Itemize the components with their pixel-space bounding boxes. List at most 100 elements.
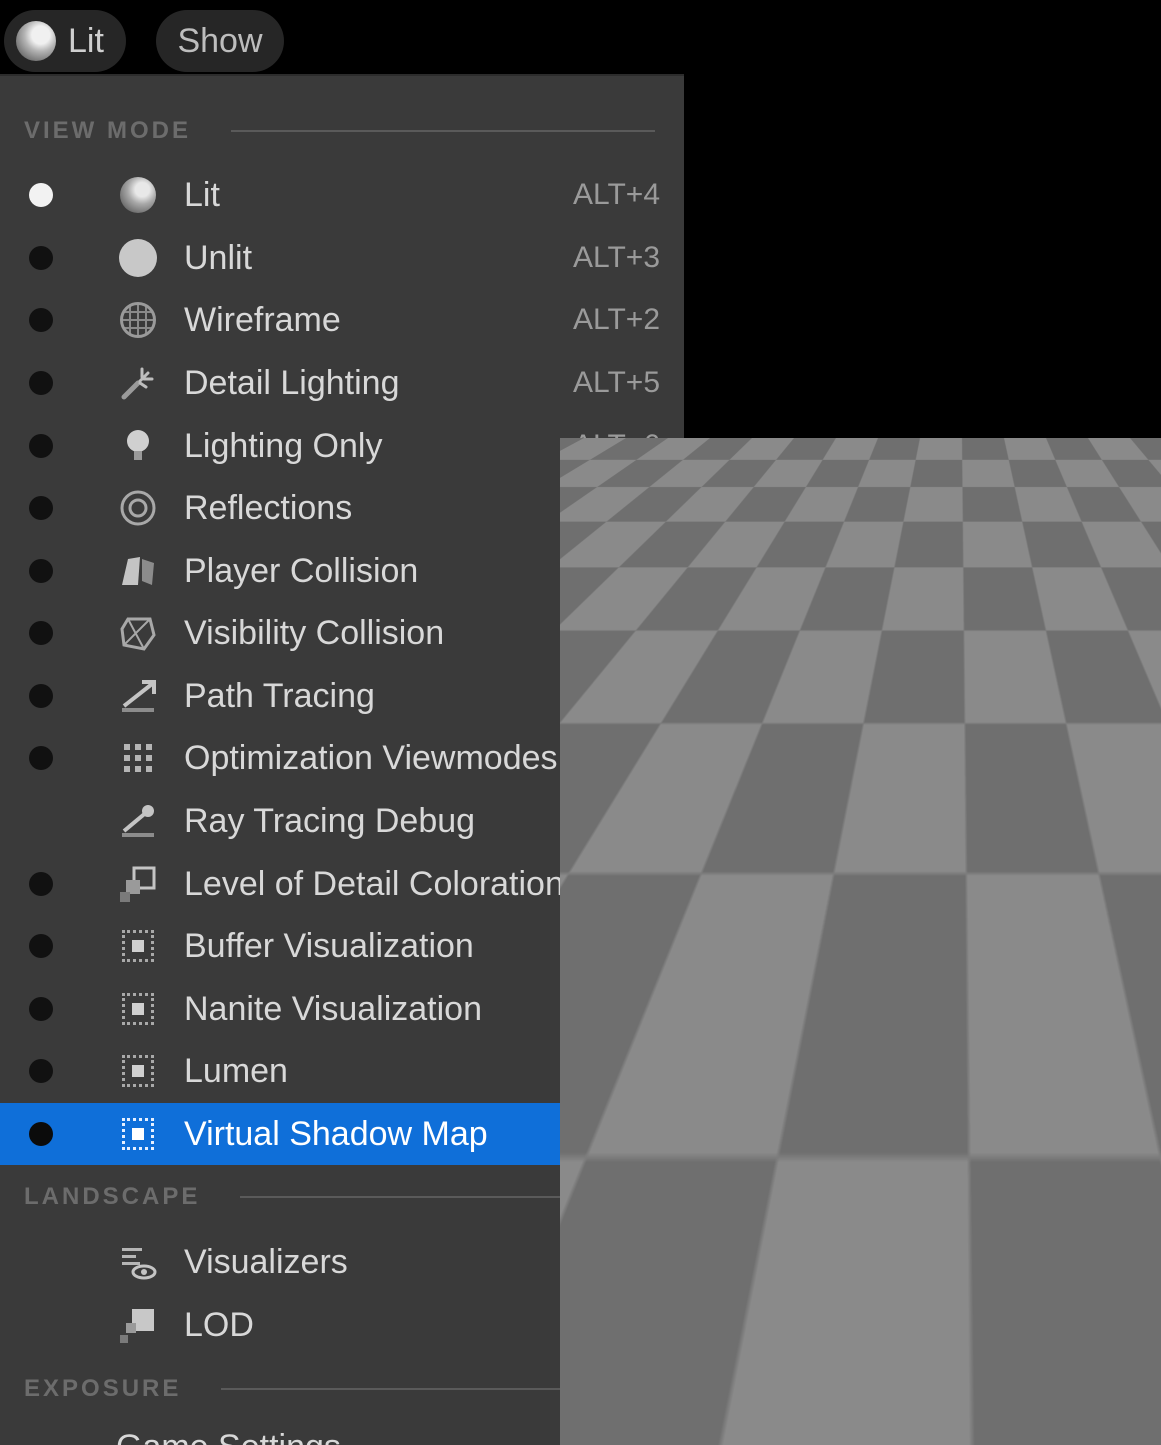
radio-icon (724, 1388, 748, 1412)
section-divider (240, 1196, 655, 1198)
path-tracing-icon (118, 676, 158, 716)
menu-item-lumen[interactable]: Lumen (0, 1040, 684, 1102)
unlit-sphere-icon (118, 238, 158, 278)
reflections-icon (118, 488, 158, 528)
menu-item-virtual-shadow-map[interactable]: Virtual Shadow Map (0, 1103, 684, 1165)
radio-icon (29, 934, 53, 958)
radio-icon (29, 746, 53, 770)
radio-icon (29, 621, 53, 645)
radio-icon (29, 1059, 53, 1083)
section-divider (231, 130, 656, 132)
chevron-right-icon (634, 996, 660, 1022)
radio-icon (29, 684, 53, 708)
chevron-right-icon (634, 745, 660, 771)
radio-icon (29, 496, 53, 520)
shortcut-label: ALT+3 (573, 241, 660, 274)
menu-item-reflections[interactable]: Reflections (0, 477, 684, 539)
show-button-label: Show (177, 21, 263, 60)
lit-sphere-icon (118, 175, 158, 215)
wireframe-sphere-icon (118, 300, 158, 340)
ray-tracing-icon (118, 801, 158, 841)
submenu-item-cached-page[interactable]: Cached Page (686, 1369, 1150, 1431)
menu-item-visibility-collision[interactable]: Visibility Collision (0, 602, 684, 664)
menu-item-label: Wireframe (184, 300, 341, 339)
menu-item-label: Reflections (184, 488, 353, 527)
section-exposure-label: EXPOSURE (24, 1375, 182, 1402)
menu-item-detail-lighting[interactable]: Detail Lighting ALT+5 (0, 352, 684, 414)
menu-item-lighting-only[interactable]: Lighting Only ALT+6 (0, 415, 684, 477)
menu-item-label: Player Collision (184, 551, 419, 590)
view-mode-menu: VIEW MODE Lit ALT+4 Unlit ALT+3 Wirefram… (0, 74, 684, 1445)
section-landscape-label: LANDSCAPE (24, 1183, 201, 1210)
section-visualization-mode: VISUALIZATION MODE (718, 1142, 1117, 1172)
menu-item-label: Unlit (184, 238, 253, 277)
menu-item-label: Visualizers (184, 1242, 348, 1281)
menu-item-lit[interactable]: Lit ALT+4 (0, 164, 684, 226)
menu-item-label: Lighting Only (184, 426, 383, 465)
nanite-visualization-icon (118, 989, 158, 1029)
visibility-collision-icon (118, 613, 158, 653)
chevron-right-icon (634, 1058, 660, 1084)
submenu-item-virtual-page[interactable]: Virtual Page (686, 1309, 1150, 1371)
menu-item-ray-tracing-debug[interactable]: Ray Tracing Debug (0, 790, 684, 852)
menu-item-label: Lit (184, 175, 220, 214)
section-landscape: LANDSCAPE (24, 1182, 655, 1212)
view-mode-button[interactable]: Lit (4, 10, 126, 72)
radio-icon (29, 997, 53, 1021)
mouse-cursor-icon (811, 1214, 840, 1260)
section-divider (1070, 1156, 1117, 1158)
menu-item-nanite-visualization[interactable]: Nanite Visualization (0, 978, 684, 1040)
radio-icon (29, 872, 53, 896)
submenu-item-clipmap-mip-level[interactable]: Clipmap/Mip Level (686, 1249, 1150, 1311)
menu-item-label: Detail Lighting (184, 363, 400, 402)
menu-item-label: Optimization Viewmodes (184, 738, 558, 777)
lit-sphere-icon (16, 21, 56, 61)
light-bulb-icon (118, 426, 158, 466)
section-view-mode-label: VIEW MODE (24, 117, 192, 144)
chevron-right-icon (634, 808, 660, 834)
radio-icon (29, 371, 53, 395)
view-mode-button-label: Lit (68, 21, 104, 60)
menu-item-label: Visibility Collision (184, 613, 445, 652)
submenu-item-shadow-mask[interactable]: Shadow Mask (686, 1190, 1150, 1252)
menu-item-label: Buffer Visualization (184, 926, 474, 965)
menu-item-wireframe[interactable]: Wireframe ALT+2 (0, 289, 684, 351)
menu-item-unlit[interactable]: Unlit ALT+3 (0, 227, 684, 289)
shortcut-label: ALT+4 (573, 178, 660, 211)
radio-icon (29, 308, 53, 332)
shortcut-label: ALT+2 (573, 303, 660, 336)
menu-item-buffer-visualization[interactable]: Buffer Visualization (0, 915, 684, 977)
menu-item-label: LOD (184, 1305, 254, 1344)
show-button[interactable]: Show (156, 10, 284, 72)
visualizers-icon (118, 1242, 158, 1282)
radio-icon (29, 559, 53, 583)
radio-icon (29, 434, 53, 458)
radio-icon (29, 246, 53, 270)
menu-item-game-settings[interactable]: Game Settings (116, 1428, 341, 1445)
submenu-item-label: Virtual Page (786, 1320, 971, 1359)
chevron-right-icon (634, 1121, 660, 1147)
submenu-item-label: Cached Page (786, 1380, 993, 1419)
menu-item-label: Lumen (184, 1051, 288, 1090)
radio-icon (724, 1209, 748, 1233)
virtual-shadow-map-icon (118, 1114, 158, 1154)
lumen-icon (118, 1051, 158, 1091)
menu-item-optimization-viewmodes[interactable]: Optimization Viewmodes (0, 727, 684, 789)
player-collision-icon (118, 551, 158, 591)
optimization-grid-icon (118, 738, 158, 778)
lod-coloration-icon (118, 864, 158, 904)
chevron-right-icon (634, 871, 660, 897)
menu-item-player-collision[interactable]: Player Collision (0, 540, 684, 602)
lod-icon (118, 1305, 158, 1345)
detail-lighting-icon (118, 363, 158, 403)
chevron-right-icon (634, 1312, 660, 1338)
menu-item-visualizers[interactable]: Visualizers (0, 1231, 684, 1293)
section-exposure: EXPOSURE (24, 1374, 656, 1404)
section-visualization-mode-label: VISUALIZATION MODE (718, 1143, 1033, 1170)
menu-item-level-of-detail-coloration[interactable]: Level of Detail Coloration (0, 853, 684, 915)
radio-selected-icon (29, 183, 53, 207)
visualization-mode-submenu: VISUALIZATION MODE Shadow Mask Clipmap/M… (686, 1102, 1150, 1445)
menu-item-path-tracing[interactable]: Path Tracing (0, 665, 684, 727)
shortcut-label: ALT+5 (573, 366, 660, 399)
menu-item-lod[interactable]: LOD (0, 1294, 684, 1356)
